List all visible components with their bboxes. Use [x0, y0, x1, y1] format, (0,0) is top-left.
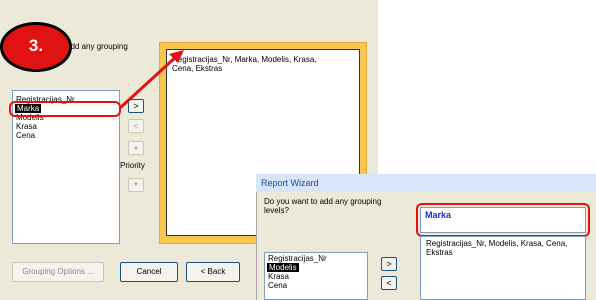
list-item[interactable]: Krasa — [268, 272, 289, 281]
list-item[interactable]: Cena — [268, 281, 287, 290]
group-level-label: Marka — [425, 210, 452, 220]
report-wizard-title: Report Wizard — [256, 174, 596, 192]
list-item-selected[interactable]: Modelis — [267, 263, 299, 272]
group-level-highlight — [416, 203, 590, 237]
step-badge: 3. — [0, 22, 72, 72]
rw-remove-group-button[interactable]: < — [381, 276, 397, 290]
group-detail-text: Registracijas_Nr, Modelis, Krasa, Cena, … — [426, 239, 568, 257]
rw-add-group-button[interactable]: > — [381, 257, 397, 271]
rw-field-listbox[interactable]: Registracijas_Nr Modelis Krasa Cena — [264, 252, 368, 300]
grouping-question: Do you want to add any grouping levels? — [264, 197, 382, 215]
list-item[interactable]: Registracijas_Nr — [268, 254, 327, 263]
